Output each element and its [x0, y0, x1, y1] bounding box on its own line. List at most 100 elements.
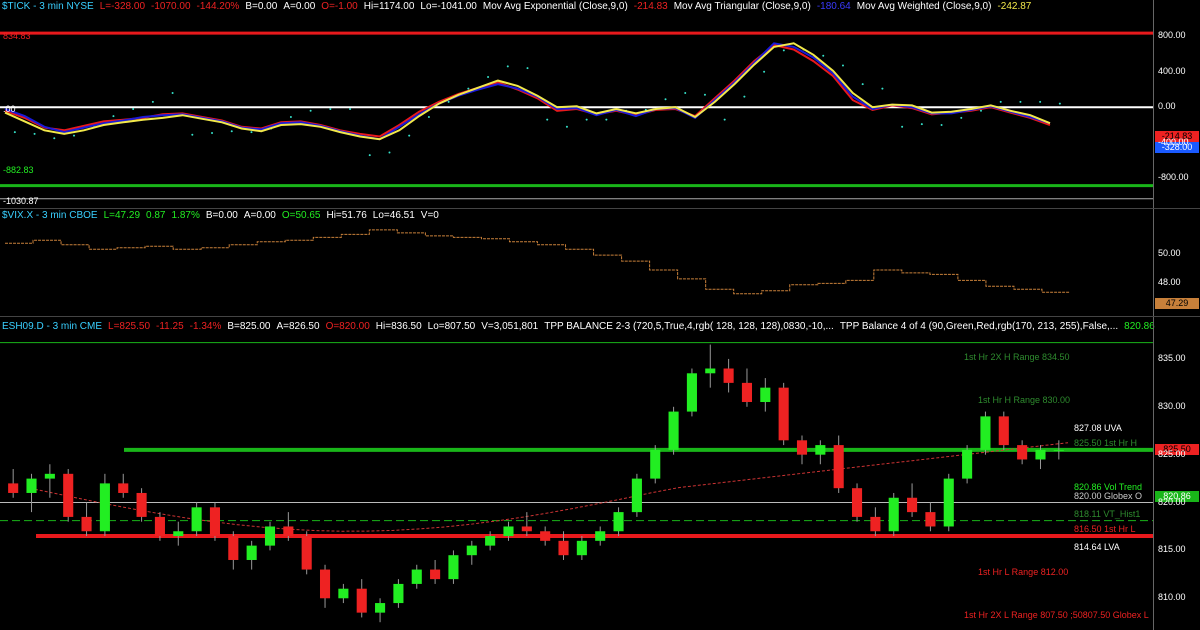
tick-dot [506, 65, 509, 68]
es-candle-body [264, 526, 276, 546]
tick-dot [388, 151, 391, 154]
es-candle-body [595, 531, 606, 541]
es-candle-body [576, 540, 587, 556]
es-candle-body [319, 569, 331, 599]
es-candle-body [503, 526, 514, 537]
es-candle-body [485, 536, 496, 546]
tick-pane: $TICK - 3 min NYSE L=-328.00 -1070.00 -144.… [0, 0, 1200, 208]
es-candle-body [44, 473, 55, 479]
es-candle-body [430, 569, 441, 580]
tick-dot [171, 92, 174, 95]
tick-dot [782, 49, 785, 52]
es-candle-body [8, 483, 19, 493]
es-candle-body [375, 603, 386, 613]
tick-dot [723, 118, 726, 121]
es-level-label: 818.11 VT_Hist1 [1074, 508, 1141, 519]
tick-zero-level-label: .00 [3, 104, 16, 114]
es-candle-body [301, 536, 312, 570]
tick-chart [0, 31, 1153, 200]
es-candle-body [118, 483, 129, 493]
es-candle-body [723, 368, 734, 383]
es-candle-body [393, 583, 404, 604]
es-level-label: 816.50 1st Hr L [1074, 524, 1136, 535]
es-candle-body [173, 531, 184, 537]
tick-dot [1019, 100, 1022, 103]
tick-dot [901, 125, 904, 128]
tick-dot [940, 123, 943, 126]
tick-dot [1039, 100, 1042, 103]
tick-dot [33, 132, 36, 135]
es-candle-body [833, 445, 844, 489]
es-candle-body [521, 526, 532, 532]
tick-bottom-level-label: -1030.87 [3, 196, 39, 206]
tick-dot [684, 92, 687, 95]
es-candle-body [668, 411, 679, 450]
es-candle-body [998, 416, 1009, 446]
tick-dot [53, 137, 56, 140]
tick-y-tick-label: 800.00 [1158, 30, 1186, 41]
es-candle-body [851, 488, 863, 517]
es-level-label: 1st Hr 2X H Range 834.50 [964, 351, 1070, 362]
es-candle-body [81, 516, 92, 532]
es-candle-body [796, 440, 808, 455]
tick-dot [743, 95, 746, 98]
tick-series-3-line [4, 42, 1051, 141]
es-candle-body [136, 492, 147, 517]
vix-y-tick-label: 48.00 [1158, 277, 1181, 288]
tick-dot [920, 123, 923, 126]
es-candle-body [1053, 449, 1064, 451]
es-candle-body [943, 478, 954, 527]
tick-dot [329, 108, 332, 110]
tick-dot [763, 70, 766, 73]
es-candle-body [466, 545, 477, 556]
tick-dot [427, 115, 430, 118]
es-axis-line [1153, 317, 1154, 630]
es-level-label: 814.64 LVA [1074, 541, 1120, 552]
es-candle-body [815, 445, 826, 455]
tick-dot [861, 83, 864, 86]
es-level-label: 1st Hr 2X L Range 807.50 ;50807.50 Globe… [964, 610, 1149, 621]
es-candle-body [99, 483, 110, 532]
es-candle-body [411, 569, 422, 584]
tick-y-tick-label: 0.00 [1158, 101, 1176, 112]
tick-dot [487, 76, 490, 79]
tick-dot [999, 100, 1002, 103]
tick-dot [565, 125, 568, 128]
tick-y-tick-label: -400.00 [1158, 136, 1189, 147]
tick-dot [211, 131, 214, 134]
es-candle-body [686, 373, 697, 412]
tick-dot [408, 134, 411, 137]
es-level-label: 1st Hr L Range 812.00 [978, 567, 1069, 578]
es-level-label: 825.50 1st Hr H [1074, 437, 1138, 448]
tick-dot [881, 87, 884, 90]
es-candle-body [540, 531, 551, 541]
es-level-label: 820.00 Globex O [1074, 490, 1143, 501]
tick-y-tick-label: -800.00 [1158, 172, 1189, 183]
tick-dot [230, 130, 233, 133]
es-candle-body [980, 416, 991, 450]
vix-series-line [5, 229, 1070, 295]
es-y-tick-label: 830.00 [1158, 400, 1186, 411]
es-candle-body [613, 512, 624, 532]
tick-dot [250, 131, 253, 134]
tick-dot [447, 100, 450, 103]
tick-dot [112, 115, 115, 118]
es-pane: ESH09.D - 3 min CME L=825.50 -11.25 -1.34% B… [0, 317, 1200, 630]
es-candle-body [228, 536, 239, 560]
es-candle-body [1035, 449, 1046, 460]
vix-tag: 47.29 [1155, 298, 1199, 309]
tick-y-tick-label: 400.00 [1158, 65, 1186, 76]
es-candle-body [26, 478, 37, 493]
tick-low-level-label: -882.83 [3, 165, 34, 175]
tick-dot [664, 98, 667, 101]
es-candle-body [650, 449, 661, 479]
tick-dot [822, 54, 825, 57]
es-candle-body [356, 588, 367, 613]
es-candle-body [907, 497, 918, 513]
vix-chart [5, 229, 1070, 295]
es-candle-body [870, 516, 881, 532]
tick-dot [13, 131, 16, 134]
es-candle-body [154, 516, 165, 537]
tick-dot [605, 118, 608, 121]
es-candle-body [63, 473, 74, 517]
